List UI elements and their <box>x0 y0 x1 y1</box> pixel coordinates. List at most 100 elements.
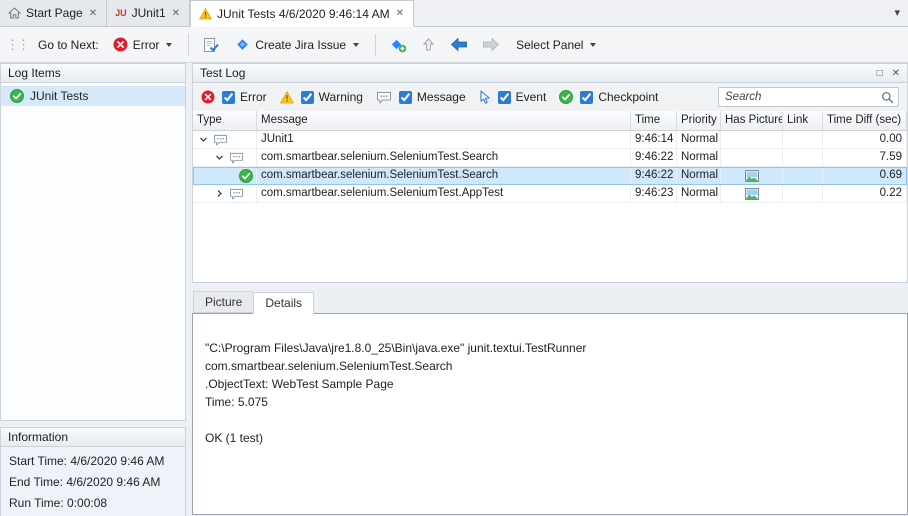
tab-picture[interactable]: Picture <box>193 291 253 313</box>
details-content: "C:\Program Files\Java\jre1.8.0_25\Bin\j… <box>192 313 908 515</box>
column-header-has-picture[interactable]: Has Picture <box>721 111 783 130</box>
log-items-title: Log Items <box>8 66 61 80</box>
main-area: Log Items JUnit Tests Information Start … <box>0 63 908 515</box>
expander-down-icon[interactable] <box>199 135 208 144</box>
filter-label: Checkpoint <box>598 90 658 104</box>
message-bubble-icon <box>213 134 228 146</box>
error-icon <box>201 90 215 104</box>
log-item-junit-tests[interactable]: JUnit Tests <box>1 86 185 106</box>
table-row[interactable]: com.smartbear.selenium.SeleniumTest.Sear… <box>193 149 907 167</box>
filter-label: Error <box>240 90 267 104</box>
cell-time-diff: 0.69 <box>823 167 907 184</box>
cell-link <box>783 149 823 166</box>
cell-time-diff: 0.00 <box>823 131 907 148</box>
up-one-level-button[interactable] <box>417 33 440 56</box>
table-row[interactable]: com.smartbear.selenium.SeleniumTest.AppT… <box>193 185 907 203</box>
test-log-header: Test Log □ ✕ <box>192 63 908 83</box>
tab-label: JUnit1 <box>132 6 166 20</box>
expander-right-icon[interactable] <box>215 189 224 198</box>
cell-message: com.smartbear.selenium.SeleniumTest.Sear… <box>257 149 631 166</box>
log-toolbar: ⋮⋮ Go to Next: Error Create Jira Issue S… <box>0 27 908 63</box>
tab-start-page[interactable]: Start Page ✕ <box>0 0 107 26</box>
test-log-icon <box>199 8 212 20</box>
test-log-grid: Type Message Time Priority Has Picture L… <box>192 111 908 283</box>
close-panel-icon[interactable]: ✕ <box>892 68 900 79</box>
message-filter-checkbox[interactable] <box>399 91 412 104</box>
warning-icon <box>280 91 294 104</box>
column-header-message[interactable]: Message <box>257 111 631 130</box>
cell-priority: Normal <box>677 149 721 166</box>
table-row[interactable]: JUnit1 9:46:14 Normal 0.00 <box>193 131 907 149</box>
picture-icon[interactable] <box>745 170 759 182</box>
message-bubble-icon <box>229 188 244 200</box>
cell-priority: Normal <box>677 185 721 202</box>
close-icon[interactable]: ✕ <box>88 8 98 19</box>
toolbar-separator <box>188 34 189 56</box>
checkpoint-icon <box>559 90 573 104</box>
search-icon[interactable] <box>881 91 894 104</box>
checkpoint-success-icon <box>10 89 24 103</box>
post-issue-button[interactable] <box>199 33 223 57</box>
end-time-text: End Time: 4/6/2020 9:46 AM <box>9 472 177 493</box>
details-line: .ObjectText: WebTest Sample Page <box>205 375 897 393</box>
cell-message: com.smartbear.selenium.SeleniumTest.AppT… <box>257 185 631 202</box>
checkpoint-filter-checkbox[interactable] <box>580 91 593 104</box>
cell-has-picture <box>721 149 783 166</box>
information-title: Information <box>8 430 68 444</box>
junit-icon: JU <box>115 8 127 18</box>
column-header-priority[interactable]: Priority <box>677 111 721 130</box>
select-panel-button[interactable]: Select Panel <box>510 34 602 56</box>
column-header-time[interactable]: Time <box>631 111 677 130</box>
tab-junit-tests-log[interactable]: JUnit Tests 4/6/2020 9:46:14 AM ✕ <box>190 0 414 27</box>
event-filter-checkbox[interactable] <box>498 91 511 104</box>
test-log-panel: Test Log □ ✕ Error Warning <box>192 63 908 515</box>
warning-filter-checkbox[interactable] <box>301 91 314 104</box>
home-icon <box>8 7 21 19</box>
close-icon[interactable]: ✕ <box>171 8 181 19</box>
error-button-label: Error <box>133 38 160 52</box>
log-items-header: Log Items <box>0 63 186 83</box>
search-input[interactable] <box>725 91 881 103</box>
filter-bar: Error Warning Message <box>192 83 908 111</box>
tab-details[interactable]: Details <box>253 292 314 314</box>
toolbar-grip-icon: ⋮⋮ <box>6 37 28 53</box>
add-jira-item-button[interactable] <box>386 33 411 57</box>
chevron-down-icon <box>590 43 596 47</box>
picture-icon[interactable] <box>745 188 759 200</box>
log-items-tree: JUnit Tests <box>0 83 186 421</box>
table-row-selected[interactable]: com.smartbear.selenium.SeleniumTest.Sear… <box>193 167 907 185</box>
column-header-time-diff[interactable]: Time Diff (sec) <box>823 111 907 130</box>
close-icon[interactable]: ✕ <box>395 8 405 19</box>
error-filter-checkbox[interactable] <box>222 91 235 104</box>
tab-label: Start Page <box>26 6 83 20</box>
tab-overflow-chevron-icon[interactable]: ▾ <box>894 6 900 19</box>
maximize-panel-icon[interactable]: □ <box>877 68 883 79</box>
column-header-link[interactable]: Link <box>783 111 823 130</box>
cell-time: 9:46:14 <box>631 131 677 148</box>
cell-has-picture <box>721 131 783 148</box>
cell-priority: Normal <box>677 131 721 148</box>
filter-label: Event <box>516 90 547 104</box>
filter-event: Event <box>479 90 547 104</box>
details-line: Time: 5.075 <box>205 393 897 411</box>
cell-link <box>783 167 823 184</box>
cursor-event-icon <box>479 90 491 104</box>
back-arrow-button[interactable] <box>446 33 472 56</box>
details-line <box>205 411 897 429</box>
create-jira-issue-button[interactable]: Create Jira Issue <box>229 33 365 56</box>
tab-junit1[interactable]: JU JUnit1 ✕ <box>107 0 190 26</box>
expander-down-icon[interactable] <box>215 153 224 162</box>
jira-icon <box>235 37 250 52</box>
toolbar-separator <box>375 34 376 56</box>
cell-has-picture <box>721 185 783 202</box>
details-line: com.smartbear.selenium.SeleniumTest.Sear… <box>205 357 897 375</box>
forward-arrow-button[interactable] <box>478 33 504 56</box>
filter-checkpoint: Checkpoint <box>559 90 658 104</box>
create-jira-issue-label: Create Jira Issue <box>255 38 346 52</box>
information-body: Start Time: 4/6/2020 9:46 AM End Time: 4… <box>0 447 186 516</box>
go-to-next-error-button[interactable]: Error <box>107 33 179 56</box>
details-line: "C:\Program Files\Java\jre1.8.0_25\Bin\j… <box>205 339 897 357</box>
cell-time: 9:46:22 <box>631 167 677 184</box>
column-header-type[interactable]: Type <box>193 111 257 130</box>
go-to-next-label: Go to Next: <box>38 38 99 52</box>
